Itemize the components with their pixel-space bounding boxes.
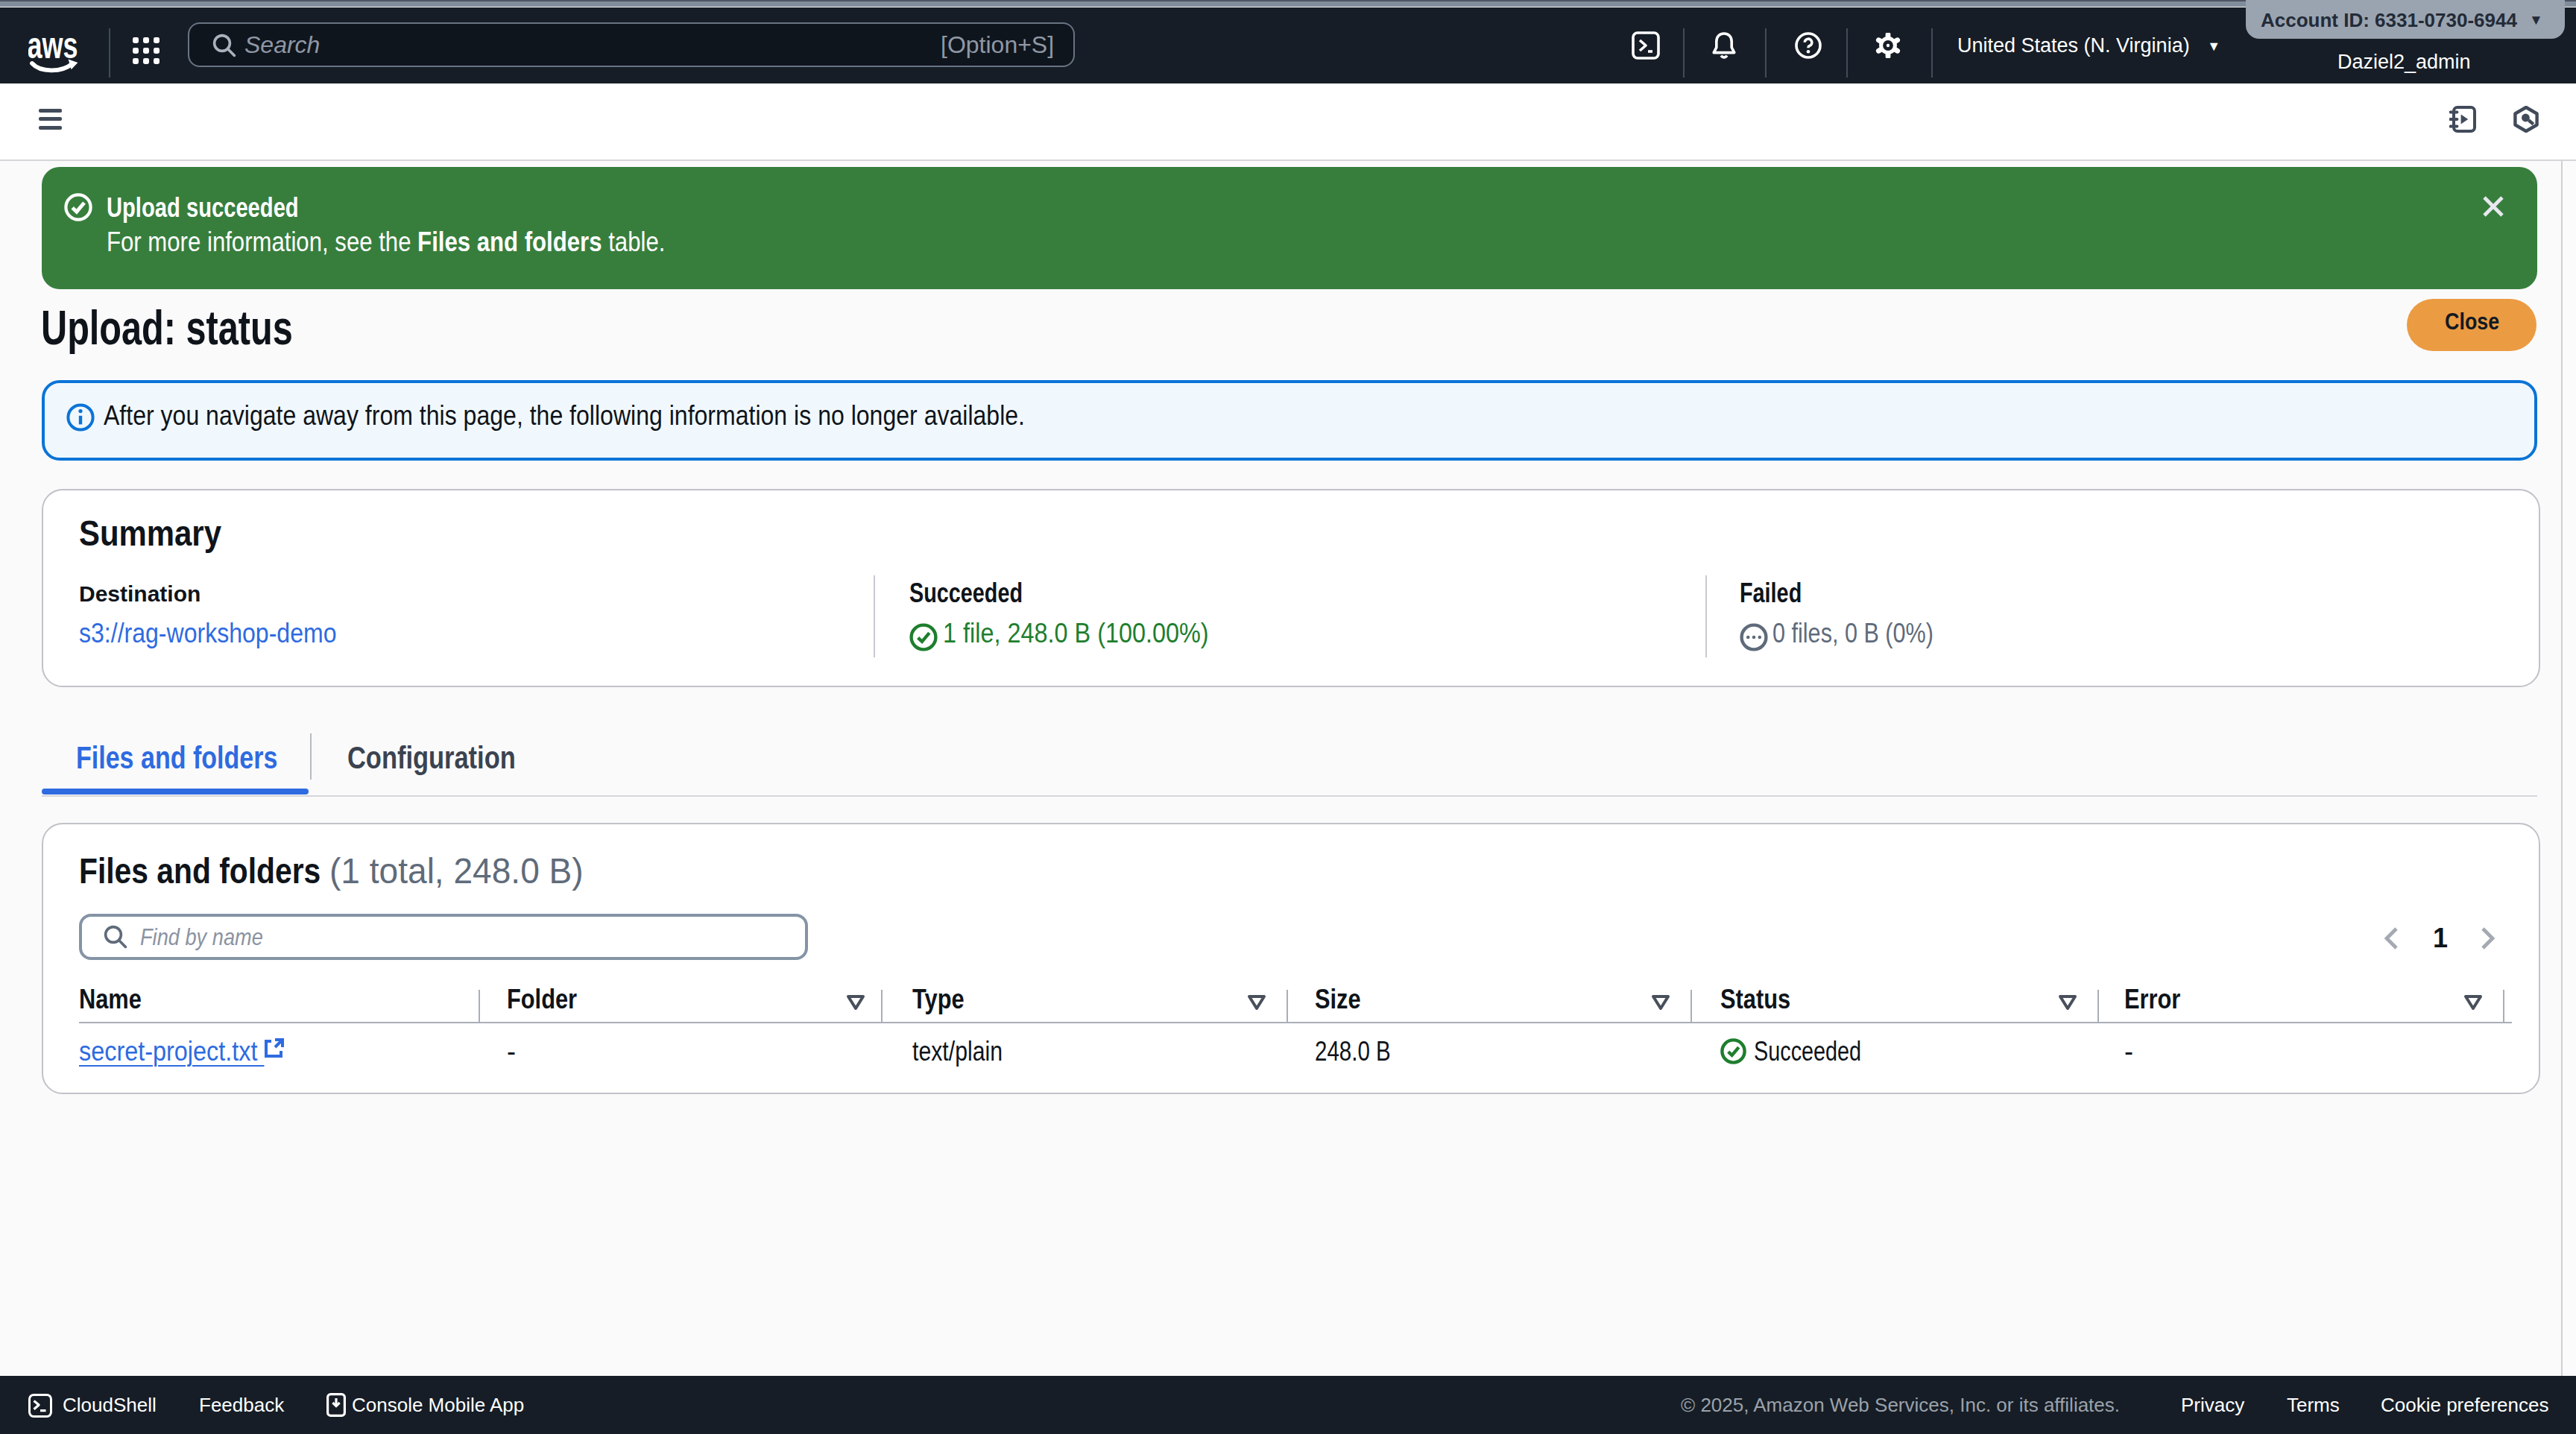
svg-text:aws: aws — [28, 27, 78, 66]
